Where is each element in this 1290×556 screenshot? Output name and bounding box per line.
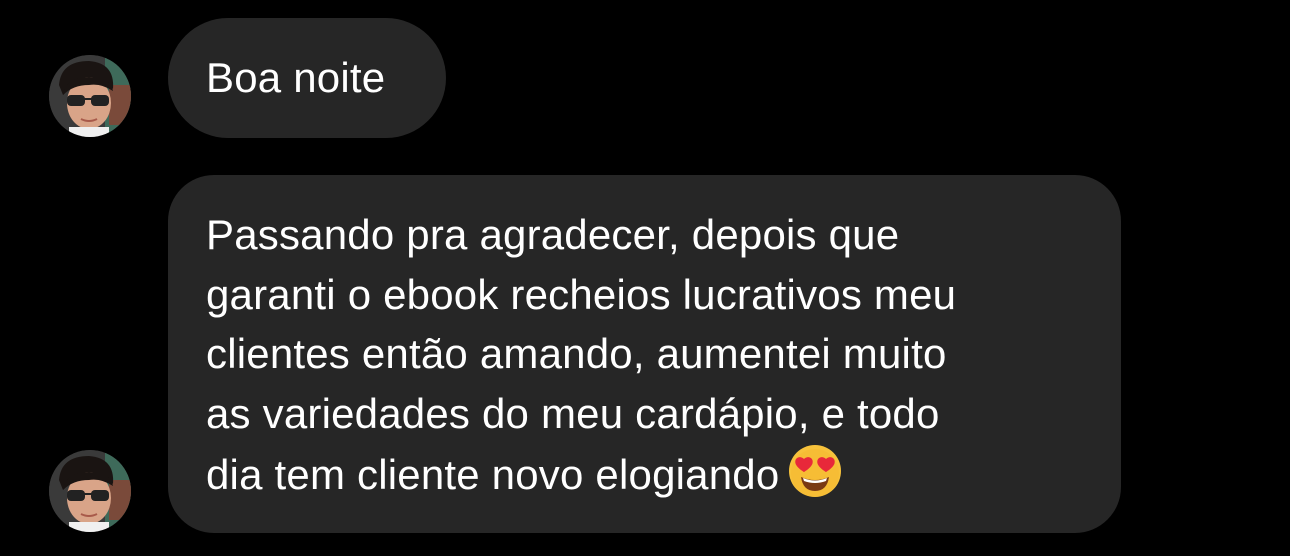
message-text: Passando pra agradecer, depois que garan… [206, 211, 957, 498]
message-text: Boa noite [206, 54, 386, 101]
message-bubble[interactable]: Passando pra agradecer, depois que garan… [168, 175, 1121, 533]
message-bubble[interactable]: Boa noite [168, 18, 446, 138]
user-avatar-icon [49, 450, 131, 532]
sender-avatar[interactable] [49, 55, 131, 137]
user-avatar-icon [49, 55, 131, 137]
chat-thread: Boa noite Passando pra agradecer, depois… [0, 0, 1290, 556]
sender-avatar[interactable] [49, 450, 131, 532]
heart-eyes-emoji-icon [787, 443, 843, 499]
